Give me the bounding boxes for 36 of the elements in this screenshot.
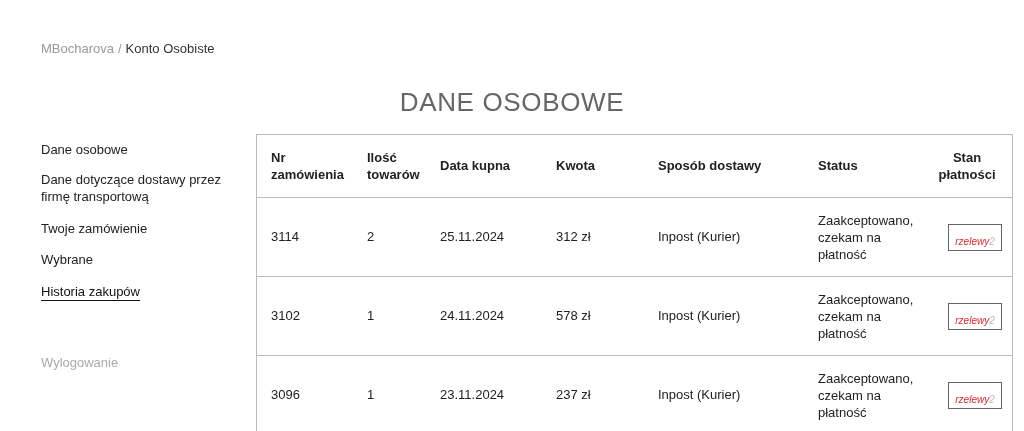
table-cell: 2 — [367, 229, 375, 245]
table-cell: Inpost (Kurier) — [658, 229, 741, 245]
column-header: Stan płatności — [937, 148, 997, 183]
table-cell: 3114 — [271, 229, 299, 245]
table-cell: 578 zł — [556, 308, 591, 324]
column-header: Data kupna — [440, 157, 511, 175]
sidebar-item[interactable]: Dane osobowe — [41, 140, 128, 158]
table-cell: 3102 — [271, 308, 300, 324]
payment-logo-button[interactable]: rzelewy2 — [948, 223, 1002, 251]
table-cell: 237 zł — [556, 387, 591, 403]
column-header: Status — [818, 157, 858, 175]
sidebar-item[interactable]: Twoje zamówienie — [41, 219, 148, 237]
table-cell-text: Zaakceptowano, czekam na płatność — [818, 211, 915, 263]
payment-logo-button[interactable]: rzelewy2 — [948, 302, 1002, 330]
column-header: Ilość towarów — [367, 148, 421, 183]
table-cell: Inpost (Kurier) — [658, 387, 741, 403]
page-title: DANE OSOBOWE — [399, 85, 625, 119]
column-header: Nr zamówienia — [271, 148, 345, 183]
column-header: Sposób dostawy — [658, 157, 762, 175]
sidebar-item[interactable]: Historia zakupów — [41, 282, 140, 301]
table-cell: 3096 — [271, 387, 300, 403]
table-cell: 1 — [367, 308, 375, 324]
payment-logo-button[interactable]: rzelewy2 — [948, 381, 1002, 409]
table-cell: Inpost (Kurier) — [658, 308, 741, 324]
table-cell: 25.11.2024 — [440, 229, 505, 245]
table-cell-text: Zaakceptowano, czekam na płatność — [818, 290, 915, 342]
table-cell: 312 zł — [556, 229, 591, 245]
table-cell-text: Zaakceptowano, czekam na płatność — [818, 369, 915, 421]
table-cell: 1 — [367, 387, 375, 403]
sidebar-item[interactable]: Dane dotyczące dostawy przez firmę transportową — [41, 171, 250, 205]
table-cell: 24.11.2024 — [440, 308, 505, 324]
table-cell: 23.11.2024 — [440, 387, 505, 403]
sidebar-item[interactable]: Wybrane — [41, 251, 93, 268]
breadcrumb-separator: / — [118, 40, 122, 58]
breadcrumb-current: Konto Osobiste — [125, 40, 215, 58]
column-header: Kwota — [556, 157, 595, 175]
